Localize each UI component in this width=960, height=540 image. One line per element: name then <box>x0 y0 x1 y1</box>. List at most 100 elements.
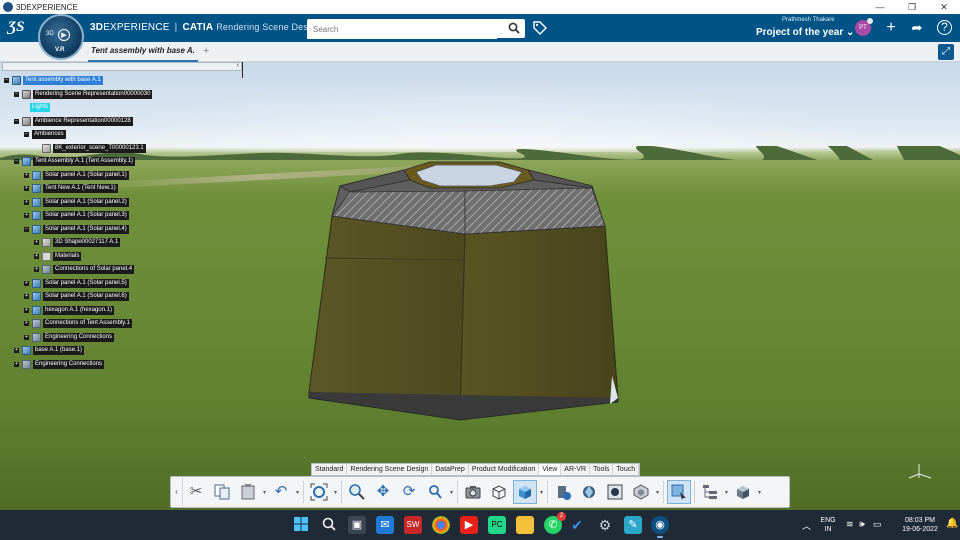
tree-node[interactable]: + Solar panel A.1 (Solar panel.5) <box>24 278 129 288</box>
battery-icon[interactable]: ▭ <box>873 519 882 530</box>
expand-icon[interactable]: + <box>34 266 39 272</box>
collapse-icon[interactable]: − <box>14 118 19 124</box>
expand-icon[interactable]: + <box>24 320 29 326</box>
tent-model[interactable] <box>300 158 630 424</box>
expand-icon[interactable]: + <box>24 185 29 191</box>
close-button[interactable]: ✕ <box>928 0 960 14</box>
tree-node[interactable]: − Ambiences <box>24 129 66 139</box>
pycharm-icon[interactable]: PC <box>488 516 506 534</box>
tree-node[interactable]: 8K_exterior_scene_T00000123.1 <box>42 143 146 153</box>
collapse-icon[interactable]: − <box>24 226 29 232</box>
tree-node[interactable]: − Tent Assembly A.1 (Tent Assembly.1) <box>14 156 135 166</box>
tree-node[interactable]: + base A.1 (base.1) <box>14 345 85 355</box>
tree-node[interactable]: − Solar panel A.1 (Solar panel.4) <box>24 224 129 234</box>
tab-tent-assembly[interactable]: Tent assembly with base A. <box>88 42 198 62</box>
add-tab-button[interactable]: + <box>203 42 209 60</box>
light-icon[interactable] <box>603 480 627 504</box>
tag-icon[interactable] <box>532 20 548 36</box>
tree-node[interactable]: + hexagon A.1 (hexagon.1) <box>24 305 115 315</box>
restore-button[interactable]: ❐ <box>896 0 928 14</box>
tab-ar-vr[interactable]: AR-VR <box>561 464 591 475</box>
tab-rendering-scene-design[interactable]: Rendering Scene Design <box>347 464 433 475</box>
copy-icon[interactable] <box>210 480 234 504</box>
tree-node[interactable]: + Tent New A.1 (Tent New.1) <box>24 183 118 193</box>
project-selector[interactable]: Project of the year ⌄ <box>756 27 854 38</box>
material-icon[interactable] <box>577 480 601 504</box>
tree-icon[interactable] <box>698 480 722 504</box>
tree-node[interactable]: − Rendering Scene Representation00000030 <box>14 89 153 99</box>
language-indicator[interactable]: ENG IN <box>818 516 838 534</box>
volume-icon[interactable]: 🕪 <box>859 519 865 530</box>
undo-dropdown-icon[interactable]: ▾ <box>294 489 301 496</box>
paste-icon[interactable] <box>236 480 260 504</box>
tree-node[interactable]: + Engineering Connections <box>24 332 115 342</box>
avatar[interactable]: PT <box>855 18 873 36</box>
select-icon[interactable] <box>667 480 691 504</box>
collapse-tree-icon[interactable]: ‹ <box>237 62 239 69</box>
tab-dataprep[interactable]: DataPrep <box>432 464 469 475</box>
ds-logo-icon[interactable]: ƷS <box>8 19 24 36</box>
notification-icon[interactable]: 🔔 <box>946 518 958 529</box>
expand-icon[interactable]: + <box>14 347 19 353</box>
wifi-icon[interactable]: ≋ <box>846 519 854 530</box>
collapse-icon[interactable]: − <box>4 77 9 83</box>
tray-chevron-icon[interactable]: ︿ <box>802 519 811 532</box>
task-view-icon[interactable]: ▣ <box>348 516 366 534</box>
expand-icon[interactable]: + <box>24 280 29 286</box>
tab-tools[interactable]: Tools <box>590 464 614 475</box>
shaded-cube-icon[interactable] <box>513 480 537 504</box>
expand-icon[interactable]: + <box>24 334 29 340</box>
search-taskbar-icon[interactable] <box>320 516 338 534</box>
action-bar-collapse-icon[interactable]: ‹ <box>171 477 183 507</box>
search-box[interactable] <box>307 19 525 39</box>
tab-view[interactable]: View <box>539 464 562 475</box>
collapse-icon[interactable]: − <box>14 158 19 164</box>
shading-dropdown-icon[interactable]: ▾ <box>538 489 545 496</box>
rotate-icon[interactable]: ⟳ <box>397 480 421 504</box>
sw-app-icon[interactable]: SW <box>404 516 422 534</box>
axis-icon[interactable] <box>905 460 933 480</box>
todo-icon[interactable]: ✔ <box>568 516 586 534</box>
add-icon[interactable]: + <box>883 20 899 36</box>
tree-node[interactable]: + Solar panel A.1 (Solar panel.2) <box>24 197 129 207</box>
tree-node[interactable]: + Connections of Solar panel.4 <box>34 264 135 274</box>
tree-node[interactable]: + Solar panel A.1 (Solar panel.1) <box>24 170 129 180</box>
tree-node[interactable]: − Ambience Representation00000128 <box>14 116 133 126</box>
capture-icon[interactable] <box>461 480 485 504</box>
zoom-icon[interactable] <box>345 480 369 504</box>
tree-node[interactable]: + Solar panel A.1 (Solar panel.3) <box>24 210 129 220</box>
hide-show-icon[interactable] <box>629 480 653 504</box>
mail-icon[interactable]: ✉ <box>376 516 394 534</box>
expand-icon[interactable]: + <box>24 212 29 218</box>
youtube-icon[interactable]: ▶ <box>460 516 478 534</box>
fit-dropdown-icon[interactable]: ▾ <box>332 489 339 496</box>
tree-node[interactable]: + Materials <box>34 251 82 261</box>
magnifier-dropdown-icon[interactable]: ▾ <box>448 489 455 496</box>
pan-icon[interactable]: ✥ <box>371 480 395 504</box>
search-input[interactable] <box>307 20 497 39</box>
magnifier-icon[interactable] <box>423 480 447 504</box>
windows-start-icon[interactable] <box>292 516 310 534</box>
snipping-tool-icon[interactable]: ✎ <box>624 516 642 534</box>
expand-icon[interactable]: + <box>24 172 29 178</box>
chrome-icon[interactable] <box>432 516 450 534</box>
tree-node[interactable]: − Tent assembly with base A.1 <box>4 75 103 85</box>
tree-node[interactable]: +3D Shape00027117 A.1 <box>34 237 121 247</box>
expand-icon[interactable]: ⤢ <box>938 44 954 60</box>
hide-show-dropdown-icon[interactable]: ▾ <box>654 489 661 496</box>
fit-all-icon[interactable] <box>307 480 331 504</box>
tab-touch[interactable]: Touch <box>613 464 640 475</box>
tree-node[interactable]: + Solar panel A.1 (Solar panel.6) <box>24 291 129 301</box>
3dexperience-taskbar-icon[interactable]: ◉ <box>651 516 669 538</box>
help-icon[interactable]: ? <box>937 20 952 35</box>
search-icon[interactable] <box>508 22 520 34</box>
wireframe-cube-icon[interactable] <box>487 480 511 504</box>
expand-icon[interactable]: + <box>24 293 29 299</box>
expand-icon[interactable]: + <box>34 239 39 245</box>
tree-dropdown-icon[interactable]: ▾ <box>723 489 730 496</box>
minimize-button[interactable]: — <box>864 0 896 14</box>
collapse-icon[interactable]: − <box>24 131 29 137</box>
clock[interactable]: 08:03 PM 19-06-2022 <box>898 516 942 534</box>
cube-dropdown-icon[interactable]: ▾ <box>756 489 763 496</box>
expand-icon[interactable]: + <box>34 253 39 259</box>
